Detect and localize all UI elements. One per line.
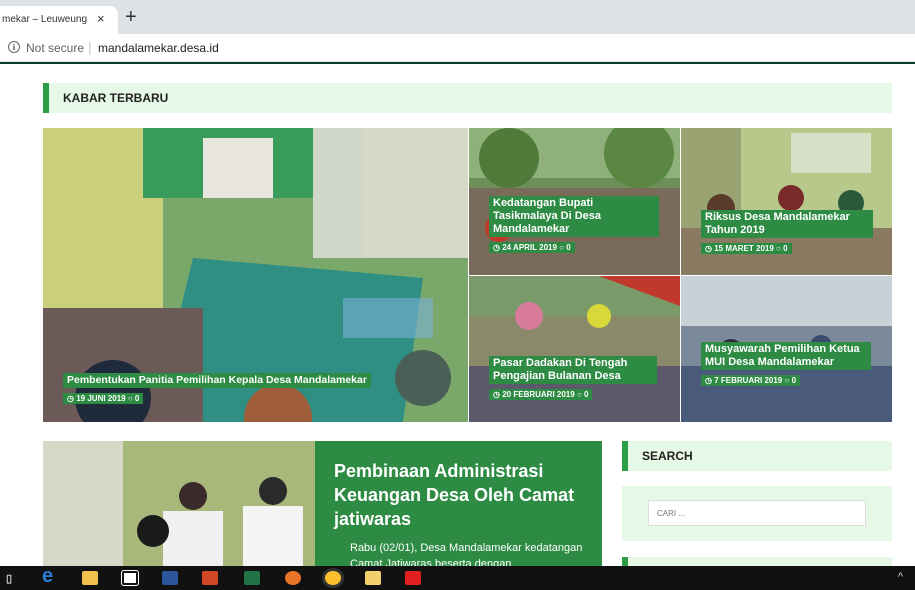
comment-count: 0 <box>134 394 140 403</box>
clock-icon: ◷ <box>493 243 500 252</box>
featured-meta: ◷ 19 JUNI 2019 ○ 0 <box>63 393 144 404</box>
comment-icon: ○ <box>784 376 790 385</box>
post-image[interactable] <box>43 441 315 566</box>
section-title: KABAR TERBARU <box>63 91 169 105</box>
url-separator: | <box>88 39 92 55</box>
post-date: 15 MARET 2019 <box>714 244 774 253</box>
featured-tile[interactable]: Pasar Dadakan Di Tengah Pengajian Bulana… <box>469 276 680 422</box>
featured-caption: Pembentukan Panitia Pemilihan Kepala Des… <box>63 370 371 406</box>
featured-caption: Kedatangan Bupati Tasikmalaya Di Desa Ma… <box>489 196 659 255</box>
tray-chevron-icon[interactable]: ^ <box>898 571 903 583</box>
tab-strip: mekar – Leuweung × + <box>0 0 915 34</box>
featured-main-tile[interactable]: Pembentukan Panitia Pemilihan Kepala Des… <box>43 128 468 422</box>
featured-caption: Musyawarah Pemilihan Ketua MUI Desa Mand… <box>701 342 871 388</box>
post-date: 24 APRIL 2019 <box>502 243 557 252</box>
clock-icon: ◷ <box>705 244 712 253</box>
powerpoint-icon[interactable] <box>202 571 218 585</box>
featured-title[interactable]: Pasar Dadakan Di Tengah Pengajian Bulana… <box>489 356 657 384</box>
taskbar: ▯ e ^ <box>0 566 915 590</box>
edge-icon[interactable]: e <box>42 566 53 586</box>
clock-icon: ◷ <box>493 390 500 399</box>
featured-meta: ◷ 7 FEBRUARI 2019 ○ 0 <box>701 375 801 386</box>
task-view-icon[interactable]: ▯ <box>6 572 12 586</box>
close-tab-icon[interactable]: × <box>97 11 105 26</box>
chrome-icon[interactable] <box>325 571 341 585</box>
comment-icon: ○ <box>127 394 133 403</box>
comment-count: 0 <box>791 376 797 385</box>
featured-caption: Riksus Desa Mandalamekar Tahun 2019 ◷ 15… <box>701 210 873 256</box>
featured-title[interactable]: Musyawarah Pemilihan Ketua MUI Desa Mand… <box>701 342 871 370</box>
address-bar[interactable]: i Not secure | mandalamekar.desa.id <box>0 34 915 62</box>
post-photo <box>43 441 315 566</box>
comment-count: 0 <box>584 390 589 399</box>
featured-title[interactable]: Pembentukan Panitia Pemilihan Kepala Des… <box>63 373 371 388</box>
post-excerpt: Rabu (02/01), Desa Mandalamekar kedatang… <box>350 542 583 566</box>
comment-count: 0 <box>566 243 571 252</box>
featured-meta: ◷ 20 FEBRUARI 2019 ○ 0 <box>489 389 593 400</box>
featured-caption: Pasar Dadakan Di Tengah Pengajian Bulana… <box>489 356 657 402</box>
store-icon[interactable] <box>121 570 139 586</box>
comment-icon: ○ <box>776 244 781 253</box>
featured-meta: ◷ 15 MARET 2019 ○ 0 <box>701 243 792 254</box>
acrobat-icon[interactable] <box>405 571 421 585</box>
featured-meta: ◷ 24 APRIL 2019 ○ 0 <box>489 242 575 253</box>
featured-title[interactable]: Kedatangan Bupati Tasikmalaya Di Desa Ma… <box>489 196 659 237</box>
search-widget-header: SEARCH <box>622 441 892 471</box>
tab-title: mekar – Leuweung <box>2 14 88 25</box>
security-label[interactable]: Not secure <box>26 41 84 55</box>
section-header: KABAR TERBARU <box>43 83 892 113</box>
url-text[interactable]: mandalamekar.desa.id <box>98 41 219 55</box>
post-title[interactable]: Pembinaan Administrasi Keuangan Desa Ole… <box>334 459 584 531</box>
new-tab-button[interactable]: + <box>125 6 137 29</box>
post-date: 7 FEBRUARI 2019 <box>714 376 783 385</box>
comment-icon: ○ <box>576 390 582 399</box>
firefox-icon[interactable] <box>285 571 301 585</box>
browser-tab[interactable]: mekar – Leuweung × <box>0 6 118 34</box>
search-widget <box>622 486 892 541</box>
clock-icon: ◷ <box>67 394 74 403</box>
featured-tile[interactable]: Riksus Desa Mandalamekar Tahun 2019 ◷ 15… <box>681 128 892 275</box>
page-top-border <box>0 62 915 64</box>
post-date: 20 FEBRUARI 2019 <box>502 390 575 399</box>
comment-count: 0 <box>783 244 788 253</box>
comment-icon: ○ <box>559 243 564 252</box>
clock-icon: ◷ <box>705 376 712 385</box>
file-explorer-icon[interactable] <box>82 571 98 585</box>
featured-tile[interactable]: Kedatangan Bupati Tasikmalaya Di Desa Ma… <box>469 128 680 275</box>
info-icon[interactable]: i <box>8 41 20 53</box>
word-icon[interactable] <box>162 571 178 585</box>
excel-icon[interactable] <box>244 571 260 585</box>
search-widget-title: SEARCH <box>642 449 693 463</box>
post-date: 19 JUNI 2019 <box>76 394 126 403</box>
search-input[interactable] <box>648 500 866 526</box>
folder-icon[interactable] <box>365 571 381 585</box>
featured-title[interactable]: Riksus Desa Mandalamekar Tahun 2019 <box>701 210 873 238</box>
post-summary: Pembinaan Administrasi Keuangan Desa Ole… <box>315 441 602 566</box>
featured-tile[interactable]: Musyawarah Pemilihan Ketua MUI Desa Mand… <box>681 276 892 422</box>
